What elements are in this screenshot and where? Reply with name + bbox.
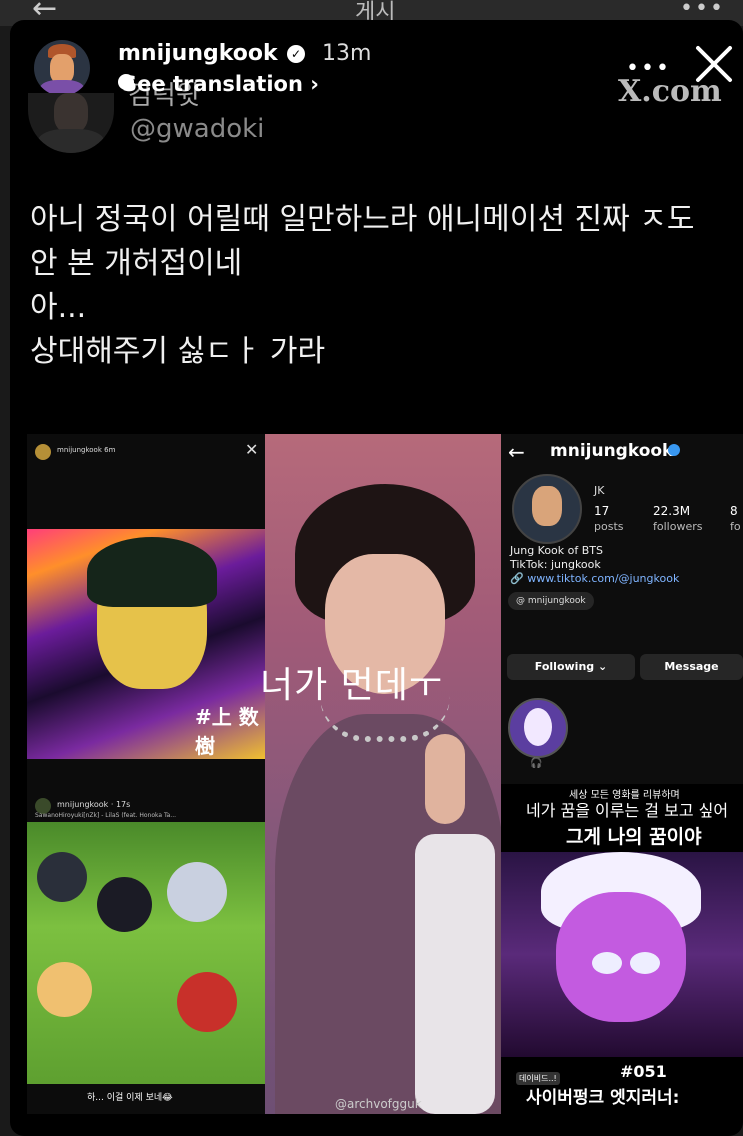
mini-avatar	[35, 444, 51, 460]
tweet-avatar	[28, 93, 114, 153]
story-timestamp: 13m	[322, 41, 372, 66]
anime-image-1: #上 数 樹	[27, 529, 265, 759]
story-screenshot-2: mnijungkook · 17s SawanoHiroyuki[nZk] - …	[27, 792, 265, 1114]
story-avatar[interactable]	[34, 40, 90, 96]
story-caption: 하... 이걸 이제 보네😂	[87, 1093, 173, 1103]
verified-badge-icon: ✓	[287, 45, 305, 63]
see-translation-link[interactable]: See translation ›	[122, 70, 319, 98]
threads-badge: @ mnijungkook	[508, 592, 594, 610]
see-translation-label: See translation	[122, 72, 303, 96]
story-screenshot-1: mnijungkook 6m ✕ #上 数 樹	[27, 434, 265, 794]
profile-username: mnijungkook	[550, 441, 674, 461]
episode-number: #051	[620, 1062, 667, 1081]
profile-bio-line: TikTok: jungkook	[510, 558, 601, 571]
followers-count: 22.3M	[653, 504, 691, 518]
person-hand	[425, 734, 465, 824]
message-button: Message	[640, 654, 743, 680]
profile-avatar	[512, 474, 582, 544]
chibi-character	[37, 962, 92, 1017]
mini-username: mnijungkook · 17s	[57, 800, 131, 809]
subtitle-line: 네가 꿈을 이루는 걸 보고 싶어	[526, 801, 729, 820]
story-highlight	[508, 698, 568, 758]
tweet-handle: @gwadoki	[130, 114, 265, 144]
story-username[interactable]: mnijungkook	[118, 40, 278, 68]
profile-link: 🔗 www.tiktok.com/@jungkook	[510, 572, 680, 585]
tweet-avatar-head	[54, 93, 88, 133]
video-tag: 데이비드..!	[516, 1072, 560, 1085]
close-icon[interactable]	[692, 42, 736, 86]
chibi-character	[167, 862, 227, 922]
chibi-character	[177, 972, 237, 1032]
profile-back-icon: ←	[508, 440, 525, 464]
photo-caption: 너가 먼데ㅜ	[260, 665, 444, 706]
anime-hair	[87, 537, 217, 607]
chevron-right-icon: ›	[310, 72, 319, 96]
following-label: fo	[730, 520, 741, 533]
video-title: 사이버펑크 엣지러너:	[526, 1088, 680, 1108]
watermark: @archvofgguk	[335, 1097, 422, 1111]
mini-username: mnijungkook 6m	[57, 446, 116, 454]
music-label: SawanoHiroyuki[nZk] - LilaS (feat. Honok…	[35, 812, 177, 819]
posts-count: 17	[594, 504, 610, 518]
character-face	[556, 892, 686, 1022]
person-sleeve	[415, 834, 495, 1114]
character-eye	[630, 952, 660, 974]
more-options-icon[interactable]: •••	[680, 0, 725, 21]
chibi-character	[97, 877, 152, 932]
profile-name: JK	[594, 484, 605, 497]
profile-bio-line: Jung Kook of BTS	[510, 544, 604, 557]
story-more-icon[interactable]: •••	[626, 56, 671, 81]
subtitle-line: 그게 나의 꿈이야	[566, 826, 702, 848]
highlight-face	[524, 708, 552, 746]
tweet-avatar-body	[38, 129, 104, 153]
character-eye	[592, 952, 622, 974]
headphones-icon: 🎧	[530, 758, 543, 769]
tweet-text: 아니 정국이 어릴때 일만하느라 애니메이션 진짜 ㅈ도 안 본 개허접이네 아…	[30, 202, 695, 369]
subtitle-line: 세상 모든 영화를 리뷰하며	[569, 790, 680, 801]
mini-close-icon: ✕	[245, 440, 259, 459]
chibi-character	[37, 852, 87, 902]
collage-left-panel: mnijungkook 6m ✕ #上 数 樹 mnijungkook · 17…	[27, 434, 265, 1114]
profile-verified-icon	[668, 444, 680, 456]
posts-label: posts	[594, 520, 624, 533]
following-count: 8	[730, 504, 738, 518]
followers-label: followers	[653, 520, 703, 533]
profile-avatar-face	[532, 486, 562, 526]
anime-image-2	[27, 822, 265, 1084]
cyberpunk-image	[501, 852, 743, 1057]
anime-overlay-text: #上 数 樹	[195, 705, 259, 758]
mini-story-header: mnijungkook 6m ✕	[33, 440, 259, 464]
collage-photo	[265, 434, 505, 1114]
following-button: Following ⌄	[507, 654, 635, 680]
